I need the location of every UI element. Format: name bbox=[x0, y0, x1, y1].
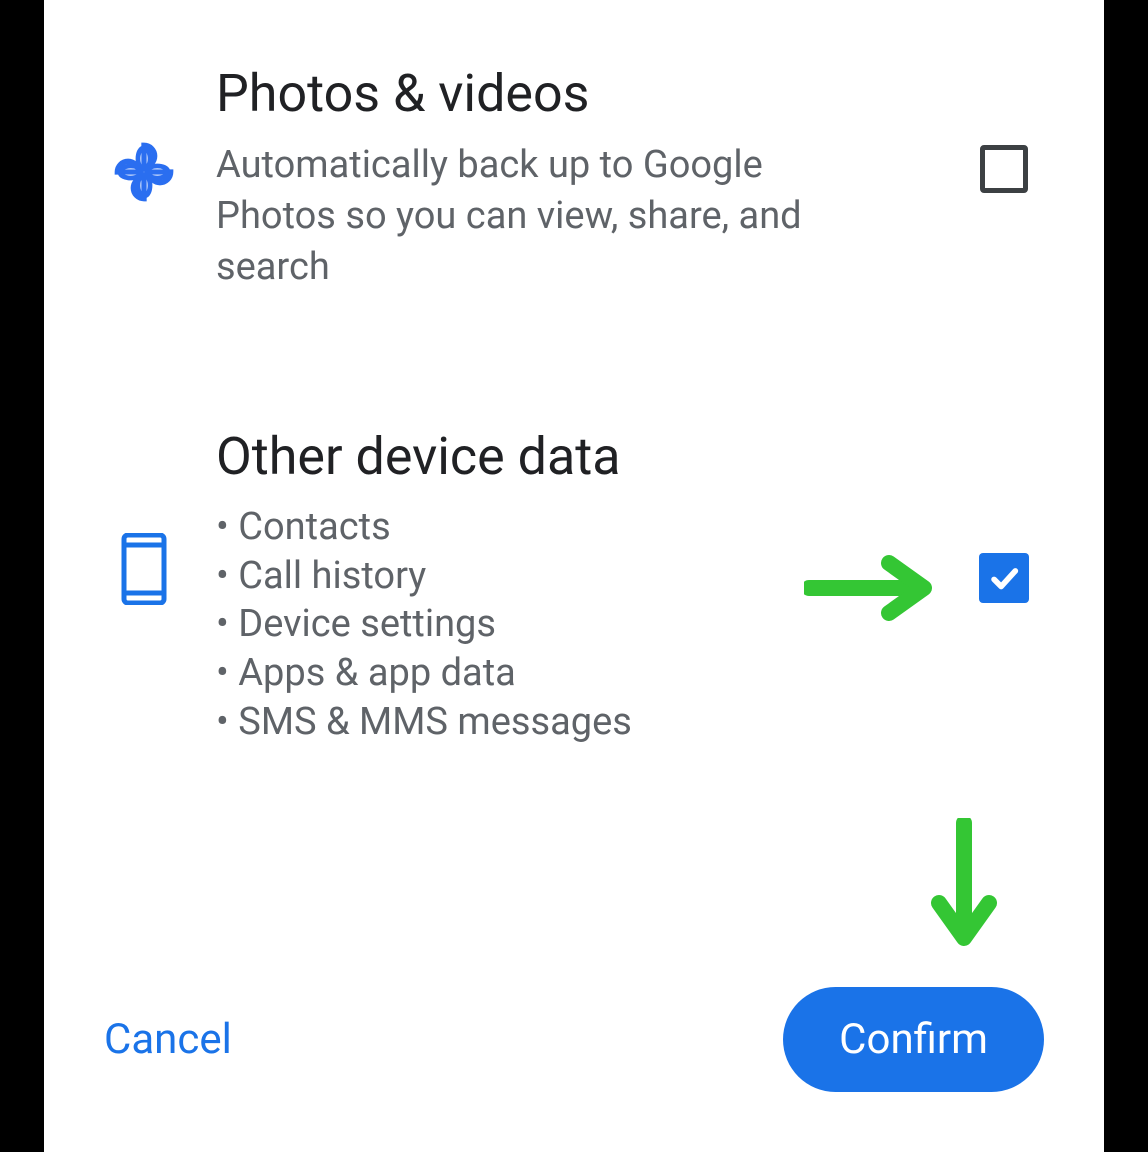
bullet-item: Contacts bbox=[216, 503, 932, 552]
checkbox-other[interactable] bbox=[979, 553, 1029, 603]
option-photos-videos: Photos & videos Automatically back up to… bbox=[104, 50, 1044, 293]
bullet-item: SMS & MMS messages bbox=[216, 698, 932, 747]
option-photos-description: Automatically back up to Google Photos s… bbox=[216, 140, 816, 294]
bullet-item: Apps & app data bbox=[216, 649, 932, 698]
photos-icon bbox=[104, 50, 184, 204]
checkbox-photos[interactable] bbox=[980, 145, 1028, 193]
annotation-arrow-down-icon bbox=[924, 818, 1004, 952]
dialog-actions: Cancel Confirm bbox=[104, 987, 1044, 1092]
option-photos-title: Photos & videos bbox=[216, 60, 932, 128]
phone-icon bbox=[104, 413, 184, 605]
option-other-title: Other device data bbox=[216, 423, 932, 491]
option-other-data: Other device data Contacts Call history … bbox=[104, 413, 1044, 746]
cancel-button[interactable]: Cancel bbox=[104, 1015, 232, 1064]
confirm-button[interactable]: Confirm bbox=[783, 987, 1044, 1092]
option-photos-text: Photos & videos Automatically back up to… bbox=[216, 50, 932, 293]
checkbox-photos-wrap bbox=[964, 50, 1044, 193]
checkbox-other-wrap bbox=[964, 413, 1044, 603]
backup-options-dialog: Photos & videos Automatically back up to… bbox=[44, 0, 1104, 1152]
check-icon bbox=[987, 561, 1021, 595]
annotation-arrow-right-icon bbox=[804, 553, 934, 627]
